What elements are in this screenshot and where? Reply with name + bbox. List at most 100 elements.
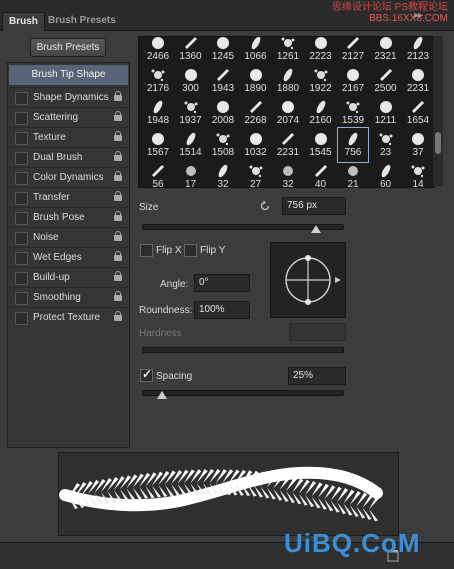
brush-tip-cell[interactable]: 2160 bbox=[305, 95, 337, 131]
option-color-dynamics[interactable]: Color Dynamics bbox=[8, 167, 129, 188]
brush-tip-cell[interactable]: 300 bbox=[175, 63, 207, 99]
brush-tip-cell[interactable]: 1654 bbox=[402, 95, 434, 131]
brush-tip-cell[interactable]: 1880 bbox=[272, 63, 304, 99]
brush-tip-cell[interactable]: 1539 bbox=[337, 95, 369, 131]
option-shape-dynamics[interactable]: Shape Dynamics bbox=[8, 87, 129, 108]
lock-icon[interactable] bbox=[114, 211, 122, 222]
option-wet-edges[interactable]: Wet Edges bbox=[8, 247, 129, 268]
brush-tip-grid[interactable]: 2466 1360 1245 1066 1261 2223 2127 2321 2123 2176… bbox=[138, 36, 435, 188]
size-input[interactable]: 756 px bbox=[282, 197, 346, 215]
lock-icon[interactable] bbox=[114, 231, 122, 242]
grid-scrollbar[interactable] bbox=[433, 36, 443, 186]
option-checkbox[interactable] bbox=[15, 232, 28, 245]
lock-icon[interactable] bbox=[114, 131, 122, 142]
reset-icon[interactable] bbox=[258, 199, 272, 213]
brush-tip-cell[interactable]: 56 bbox=[142, 159, 174, 187]
brush-tip-cell[interactable]: 1032 bbox=[240, 127, 272, 163]
brush-tip-cell[interactable]: 32 bbox=[272, 159, 304, 187]
brush-tip-cell[interactable]: 1514 bbox=[175, 127, 207, 163]
brush-tip-cell[interactable]: 1937 bbox=[175, 95, 207, 131]
option-checkbox[interactable] bbox=[15, 172, 28, 185]
option-checkbox[interactable] bbox=[15, 252, 28, 265]
brush-tip-size: 1922 bbox=[309, 83, 332, 94]
brush-tip-cell[interactable]: 2167 bbox=[337, 63, 369, 99]
option-checkbox[interactable] bbox=[15, 292, 28, 305]
option-checkbox[interactable] bbox=[15, 112, 28, 125]
brush-tip-cell[interactable]: 2074 bbox=[272, 95, 304, 131]
brush-tip-size: 1567 bbox=[146, 147, 170, 158]
brush-tip-cell[interactable]: 1922 bbox=[305, 63, 337, 99]
option-checkbox[interactable] bbox=[15, 92, 28, 105]
option-smoothing[interactable]: Smoothing bbox=[8, 287, 129, 308]
angle-input[interactable]: 0° bbox=[194, 274, 250, 292]
option-build-up[interactable]: Build-up bbox=[8, 267, 129, 288]
brush-tip-size: 1261 bbox=[276, 51, 300, 62]
option-dual-brush[interactable]: Dual Brush bbox=[8, 147, 129, 168]
lock-icon[interactable] bbox=[114, 111, 122, 122]
brush-tip-cell[interactable]: 1545 bbox=[305, 127, 337, 163]
lock-icon[interactable] bbox=[114, 91, 122, 102]
brush-tip-cell[interactable]: 2268 bbox=[240, 95, 272, 131]
flip-y-checkbox[interactable] bbox=[184, 244, 197, 257]
brush-tip-cell[interactable]: 756 bbox=[337, 127, 369, 163]
brush-tip-cell[interactable]: 1211 bbox=[370, 95, 402, 131]
option-protect-texture[interactable]: Protect Texture bbox=[8, 307, 129, 328]
brush-tip-size: 2231 bbox=[276, 147, 300, 158]
brush-tip-cell[interactable]: 21 bbox=[337, 159, 369, 187]
lock-icon[interactable] bbox=[114, 271, 122, 282]
brush-presets-button[interactable]: Brush Presets bbox=[30, 38, 106, 57]
option-checkbox[interactable] bbox=[15, 132, 28, 145]
brush-tip-cell[interactable]: 2500 bbox=[370, 63, 402, 99]
brush-tip-cell[interactable]: 27 bbox=[240, 159, 272, 187]
lock-icon[interactable] bbox=[114, 191, 122, 202]
brush-tip-cell[interactable]: 1508 bbox=[207, 127, 239, 163]
option-noise[interactable]: Noise bbox=[8, 227, 129, 248]
lock-icon[interactable] bbox=[114, 251, 122, 262]
brush-tip-cell[interactable]: 2176 bbox=[142, 63, 174, 99]
option-checkbox[interactable] bbox=[15, 312, 28, 325]
brush-tip-size: 1654 bbox=[406, 115, 430, 126]
roundness-input[interactable]: 100% bbox=[194, 301, 250, 319]
option-checkbox[interactable] bbox=[15, 272, 28, 285]
brush-tip-cell[interactable]: 2231 bbox=[402, 63, 434, 99]
lock-icon[interactable] bbox=[114, 171, 122, 182]
option-texture[interactable]: Texture bbox=[8, 127, 129, 148]
lock-icon[interactable] bbox=[114, 311, 122, 322]
option-label: Shape Dynamics bbox=[33, 92, 109, 103]
angle-label: Angle: bbox=[160, 279, 189, 290]
lock-icon[interactable] bbox=[114, 291, 122, 302]
flip-x-checkbox[interactable] bbox=[140, 244, 153, 257]
brush-tip-cell[interactable]: 1948 bbox=[142, 95, 174, 131]
tab-brush-presets[interactable]: Brush Presets bbox=[42, 12, 122, 30]
option-scattering[interactable]: Scattering bbox=[8, 107, 129, 128]
brush-tip-cell[interactable]: 1890 bbox=[240, 63, 272, 99]
option-checkbox[interactable] bbox=[15, 192, 28, 205]
spacing-slider-knob[interactable] bbox=[157, 391, 167, 399]
option-brush-pose[interactable]: Brush Pose bbox=[8, 207, 129, 228]
option-checkbox[interactable] bbox=[15, 212, 28, 225]
brush-tip-cell[interactable]: 2231 bbox=[272, 127, 304, 163]
spacing-input[interactable]: 25% bbox=[288, 367, 346, 385]
lock-icon[interactable] bbox=[114, 151, 122, 162]
brush-tip-cell[interactable]: 2008 bbox=[207, 95, 239, 131]
brush-tip-size: 2127 bbox=[341, 51, 365, 62]
scrollbar-thumb[interactable] bbox=[435, 132, 441, 154]
brush-tip-cell[interactable]: 17 bbox=[175, 159, 207, 187]
brush-tip-cell[interactable]: 1943 bbox=[207, 63, 239, 99]
brush-tip-cell[interactable]: 14 bbox=[402, 159, 434, 187]
brush-tip-size: 2268 bbox=[244, 115, 267, 126]
brush-tip-cell[interactable]: 23 bbox=[370, 127, 402, 163]
brush-tip-cell[interactable]: 37 bbox=[402, 127, 434, 163]
brush-tip-cell[interactable]: 1567 bbox=[142, 127, 174, 163]
size-slider-knob[interactable] bbox=[311, 225, 321, 233]
option-transfer[interactable]: Transfer bbox=[8, 187, 129, 208]
brush-tip-cell[interactable]: 60 bbox=[370, 159, 402, 187]
tab-brush[interactable]: Brush bbox=[2, 12, 45, 31]
spacing-slider[interactable] bbox=[142, 390, 344, 396]
angle-roundness-widget[interactable] bbox=[270, 242, 346, 318]
brush-tip-shape-item[interactable]: Brush Tip Shape bbox=[9, 65, 128, 85]
spacing-checkbox[interactable]: ✓ bbox=[140, 367, 153, 382]
brush-tip-cell[interactable]: 40 bbox=[305, 159, 337, 187]
brush-tip-cell[interactable]: 32 bbox=[207, 159, 239, 187]
option-checkbox[interactable] bbox=[15, 152, 28, 165]
